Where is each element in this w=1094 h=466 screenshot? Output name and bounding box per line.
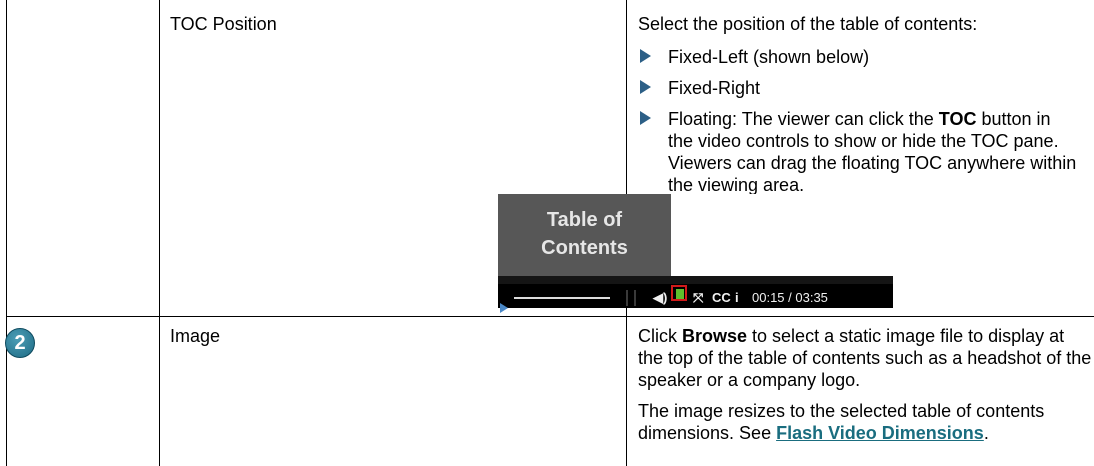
row1-label: TOC Position bbox=[170, 14, 277, 34]
toc-player-screenshot: Table of Contents ◀) ⤧ CC i 00:15 / 03:3… bbox=[498, 194, 893, 313]
time-display: 00:15 / 03:35 bbox=[752, 290, 828, 305]
volume-icon[interactable]: ◀) bbox=[653, 289, 667, 307]
row2-label: Image bbox=[170, 326, 221, 346]
browse-term: Browse bbox=[682, 326, 748, 346]
control-separator bbox=[634, 290, 636, 306]
row2-paragraph-2: The image resizes to the selected table … bbox=[638, 401, 1045, 443]
list-item: Fixed-Left (shown below) bbox=[638, 46, 1078, 68]
info-icon[interactable]: i bbox=[735, 289, 739, 307]
row-divider bbox=[6, 316, 1094, 317]
bullet-arrow-icon bbox=[640, 80, 651, 94]
control-separator bbox=[626, 290, 628, 306]
toc-position-options: Fixed-Left (shown below) Fixed-Right Flo… bbox=[638, 46, 1078, 205]
bullet-arrow-icon bbox=[640, 49, 651, 63]
toc-button-term: TOC bbox=[938, 109, 977, 129]
list-item: Floating: The viewer can click the TOC b… bbox=[638, 108, 1078, 196]
bullet-arrow-icon bbox=[640, 111, 651, 125]
closed-caption-icon[interactable]: CC bbox=[712, 289, 731, 307]
toc-pane: Table of Contents bbox=[498, 194, 671, 276]
row2-paragraph-1: Click Browse to select a static image fi… bbox=[638, 326, 1092, 390]
play-icon[interactable] bbox=[500, 303, 508, 313]
toc-icon bbox=[676, 289, 684, 299]
row1-intro: Select the position of the table of cont… bbox=[638, 14, 978, 34]
table-border-col2 bbox=[159, 0, 160, 466]
table-border-left bbox=[6, 0, 7, 466]
flash-video-dimensions-link[interactable]: Flash Video Dimensions bbox=[776, 423, 984, 443]
toc-button[interactable] bbox=[671, 285, 687, 301]
fullscreen-icon[interactable]: ⤧ bbox=[693, 289, 703, 307]
progress-bar[interactable] bbox=[514, 297, 610, 299]
list-item: Fixed-Right bbox=[638, 77, 1078, 99]
toc-pane-title: Table of Contents bbox=[541, 209, 628, 259]
step-number-badge: 2 bbox=[5, 328, 35, 358]
